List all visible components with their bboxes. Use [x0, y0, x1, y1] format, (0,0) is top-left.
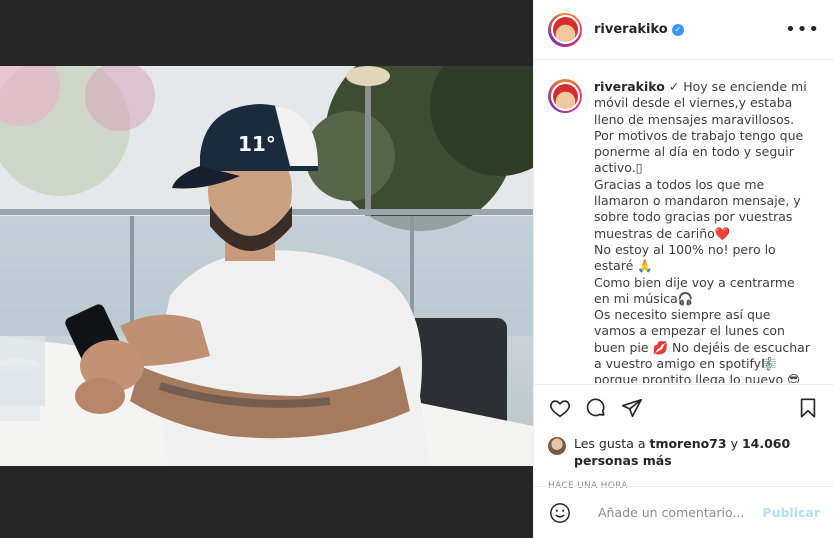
emoji-icon[interactable] — [548, 501, 572, 525]
bookmark-icon[interactable] — [796, 396, 820, 420]
caption-area: riverakiko ✓ Hoy se enciende mi móvil de… — [534, 61, 834, 383]
comment-input[interactable] — [598, 505, 763, 520]
caption-avatar[interactable] — [548, 79, 582, 113]
likes-prefix: Les gusta a — [574, 436, 650, 451]
action-row — [548, 395, 820, 421]
share-icon[interactable] — [620, 396, 644, 420]
caption-username[interactable]: riverakiko — [594, 79, 665, 94]
likes-summary: Les gusta a tmoreno73 y 14.060 personas … — [548, 435, 820, 469]
post-username[interactable]: riverakiko — [594, 22, 668, 37]
likes-mid: y — [726, 436, 742, 451]
caption-avatar-image — [550, 81, 580, 111]
post-sidebar: riverakiko ✓ ••• riverakiko ✓ Hoy se enc… — [533, 0, 834, 538]
media-pane: 11° — [0, 0, 533, 538]
likes-user[interactable]: tmoreno73 — [649, 436, 726, 451]
post-photo[interactable]: 11° — [0, 66, 533, 466]
publish-button[interactable]: Publicar — [762, 505, 820, 520]
more-options-icon[interactable]: ••• — [785, 19, 820, 40]
avatar[interactable] — [548, 12, 582, 47]
caption-text: riverakiko ✓ Hoy se enciende mi móvil de… — [594, 79, 814, 383]
likes-text: Les gusta a tmoreno73 y 14.060 personas … — [574, 435, 820, 469]
heart-icon[interactable] — [548, 396, 572, 420]
photo-illustration: 11° — [0, 66, 533, 466]
liker-avatar[interactable] — [548, 437, 566, 455]
post-header: riverakiko ✓ ••• — [534, 0, 834, 60]
svg-text:11°: 11° — [238, 132, 276, 156]
actions-section: Les gusta a tmoreno73 y 14.060 personas … — [534, 384, 834, 491]
comment-box: Publicar — [534, 486, 834, 538]
caption-body: ✓ Hoy se enciende mi móvil desde el vier… — [594, 79, 810, 383]
comment-icon[interactable] — [584, 396, 608, 420]
avatar-image — [550, 15, 580, 44]
verified-badge-icon: ✓ — [671, 23, 684, 36]
